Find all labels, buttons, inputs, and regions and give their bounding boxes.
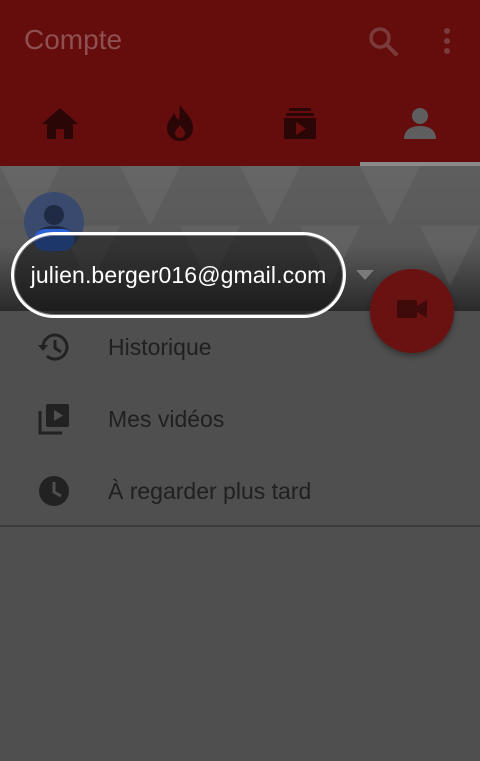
search-icon[interactable] [365,24,401,60]
video-library-icon [36,401,72,437]
tab-account[interactable] [360,84,480,166]
tab-subscriptions[interactable] [240,84,360,166]
list-item-label: Mes vidéos [108,405,225,432]
tab-home[interactable] [0,84,120,166]
chevron-down-icon[interactable] [356,270,374,280]
list-item-label: Historique [108,333,212,360]
divider [0,525,480,527]
subscriptions-icon [282,105,318,146]
list-item-label: À regarder plus tard [108,477,312,504]
tab-trending[interactable] [120,84,240,166]
clock-icon [36,473,72,509]
more-vert-icon[interactable] [430,24,466,60]
list-item-history[interactable]: Historique [0,311,480,383]
account-email: julien.berger016@gmail.com [30,261,327,288]
list-item-watch-later[interactable]: À regarder plus tard [0,455,480,527]
account-email-chip[interactable]: julien.berger016@gmail.com [11,232,346,318]
tab-bar [0,84,480,166]
list-item-my-videos[interactable]: Mes vidéos [0,383,480,455]
account-icon [402,105,438,146]
page-title: Compte [24,24,123,55]
app-bar: Compte [0,0,480,84]
home-icon [40,105,80,146]
flame-icon [163,103,197,148]
account-menu: Historique Mes vidéos À regarder plus ta… [0,311,480,527]
history-icon [36,329,72,365]
